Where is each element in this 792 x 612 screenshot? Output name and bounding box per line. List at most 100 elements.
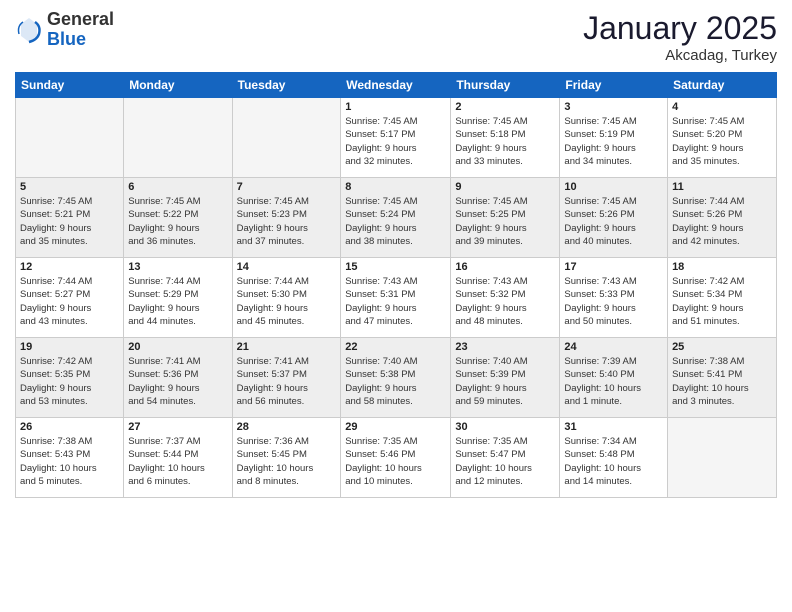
day-info: Sunrise: 7:44 AM Sunset: 5:29 PM Dayligh…	[128, 275, 227, 328]
day-info: Sunrise: 7:38 AM Sunset: 5:43 PM Dayligh…	[20, 435, 119, 488]
logo-blue: Blue	[47, 30, 114, 50]
day-number: 17	[564, 261, 663, 273]
header-wednesday: Wednesday	[341, 73, 451, 98]
calendar-week-1: 5 Sunrise: 7:45 AM Sunset: 5:21 PM Daylig…	[16, 178, 777, 258]
calendar-cell: 20 Sunrise: 7:41 AM Sunset: 5:36 PM Dayli…	[124, 338, 232, 418]
calendar-week-3: 19 Sunrise: 7:42 AM Sunset: 5:35 PM Dayli…	[16, 338, 777, 418]
day-number: 22	[345, 341, 446, 353]
calendar-cell: 6 Sunrise: 7:45 AM Sunset: 5:22 PM Daylig…	[124, 178, 232, 258]
day-info: Sunrise: 7:43 AM Sunset: 5:31 PM Dayligh…	[345, 275, 446, 328]
day-number: 8	[345, 181, 446, 193]
day-info: Sunrise: 7:40 AM Sunset: 5:38 PM Dayligh…	[345, 355, 446, 408]
day-number: 5	[20, 181, 119, 193]
calendar: Sunday Monday Tuesday Wednesday Thursday…	[15, 72, 777, 498]
day-number: 31	[564, 421, 663, 433]
day-number: 30	[455, 421, 555, 433]
logo-icon	[15, 16, 43, 44]
day-info: Sunrise: 7:45 AM Sunset: 5:19 PM Dayligh…	[564, 115, 663, 168]
calendar-cell: 24Sunrise: 7:39 AM Sunset: 5:40 PM Dayli…	[560, 338, 668, 418]
calendar-cell: 8 Sunrise: 7:45 AM Sunset: 5:24 PM Daylig…	[341, 178, 451, 258]
day-info: Sunrise: 7:45 AM Sunset: 5:18 PM Dayligh…	[455, 115, 555, 168]
day-info: Sunrise: 7:36 AM Sunset: 5:45 PM Dayligh…	[237, 435, 337, 488]
day-info: Sunrise: 7:35 AM Sunset: 5:46 PM Dayligh…	[345, 435, 446, 488]
day-info: Sunrise: 7:42 AM Sunset: 5:35 PM Dayligh…	[20, 355, 119, 408]
day-number: 10	[564, 181, 663, 193]
calendar-cell: 14 Sunrise: 7:44 AM Sunset: 5:30 PM Dayli…	[232, 258, 341, 338]
day-number: 14	[237, 261, 337, 273]
calendar-cell: 9 Sunrise: 7:45 AM Sunset: 5:25 PM Daylig…	[451, 178, 560, 258]
calendar-week-2: 12 Sunrise: 7:44 AM Sunset: 5:27 PM Dayli…	[16, 258, 777, 338]
calendar-week-4: 26 Sunrise: 7:38 AM Sunset: 5:43 PM Dayli…	[16, 418, 777, 498]
day-number: 20	[128, 341, 227, 353]
calendar-week-0: 1 Sunrise: 7:45 AM Sunset: 5:17 PM Daylig…	[16, 98, 777, 178]
day-number: 3	[564, 101, 663, 113]
day-number: 26	[20, 421, 119, 433]
day-number: 19	[20, 341, 119, 353]
header: General Blue January 2025 Akcadag, Turke…	[15, 10, 777, 64]
calendar-cell: 21Sunrise: 7:41 AM Sunset: 5:37 PM Dayli…	[232, 338, 341, 418]
day-number: 9	[455, 181, 555, 193]
calendar-cell: 17 Sunrise: 7:43 AM Sunset: 5:33 PM Dayli…	[560, 258, 668, 338]
day-number: 2	[455, 101, 555, 113]
calendar-cell: 29 Sunrise: 7:35 AM Sunset: 5:46 PM Dayli…	[341, 418, 451, 498]
day-info: Sunrise: 7:40 AM Sunset: 5:39 PM Dayligh…	[455, 355, 555, 408]
day-info: Sunrise: 7:45 AM Sunset: 5:20 PM Dayligh…	[672, 115, 772, 168]
calendar-cell: 16Sunrise: 7:43 AM Sunset: 5:32 PM Dayli…	[451, 258, 560, 338]
calendar-cell	[16, 98, 124, 178]
logo-text: General Blue	[47, 10, 114, 50]
day-number: 6	[128, 181, 227, 193]
day-info: Sunrise: 7:45 AM Sunset: 5:21 PM Dayligh…	[20, 195, 119, 248]
calendar-cell: 31Sunrise: 7:34 AM Sunset: 5:48 PM Dayli…	[560, 418, 668, 498]
calendar-cell: 11Sunrise: 7:44 AM Sunset: 5:26 PM Dayli…	[668, 178, 777, 258]
day-number: 28	[237, 421, 337, 433]
calendar-cell: 10 Sunrise: 7:45 AM Sunset: 5:26 PM Dayli…	[560, 178, 668, 258]
day-info: Sunrise: 7:45 AM Sunset: 5:23 PM Dayligh…	[237, 195, 337, 248]
header-monday: Monday	[124, 73, 232, 98]
calendar-cell: 15 Sunrise: 7:43 AM Sunset: 5:31 PM Dayli…	[341, 258, 451, 338]
day-number: 13	[128, 261, 227, 273]
header-tuesday: Tuesday	[232, 73, 341, 98]
header-saturday: Saturday	[668, 73, 777, 98]
day-number: 23	[455, 341, 555, 353]
day-number: 1	[345, 101, 446, 113]
header-friday: Friday	[560, 73, 668, 98]
day-number: 27	[128, 421, 227, 433]
calendar-cell: 5 Sunrise: 7:45 AM Sunset: 5:21 PM Daylig…	[16, 178, 124, 258]
day-number: 7	[237, 181, 337, 193]
day-info: Sunrise: 7:44 AM Sunset: 5:26 PM Dayligh…	[672, 195, 772, 248]
calendar-cell: 27 Sunrise: 7:37 AM Sunset: 5:44 PM Dayli…	[124, 418, 232, 498]
day-number: 12	[20, 261, 119, 273]
day-number: 29	[345, 421, 446, 433]
header-sunday: Sunday	[16, 73, 124, 98]
day-info: Sunrise: 7:42 AM Sunset: 5:34 PM Dayligh…	[672, 275, 772, 328]
day-info: Sunrise: 7:41 AM Sunset: 5:37 PM Dayligh…	[237, 355, 337, 408]
day-number: 15	[345, 261, 446, 273]
calendar-cell: 13 Sunrise: 7:44 AM Sunset: 5:29 PM Dayli…	[124, 258, 232, 338]
day-info: Sunrise: 7:45 AM Sunset: 5:24 PM Dayligh…	[345, 195, 446, 248]
day-info: Sunrise: 7:45 AM Sunset: 5:17 PM Dayligh…	[345, 115, 446, 168]
day-info: Sunrise: 7:45 AM Sunset: 5:22 PM Dayligh…	[128, 195, 227, 248]
calendar-cell: 12 Sunrise: 7:44 AM Sunset: 5:27 PM Dayli…	[16, 258, 124, 338]
title-block: January 2025 Akcadag, Turkey	[583, 10, 777, 64]
calendar-cell: 28 Sunrise: 7:36 AM Sunset: 5:45 PM Dayli…	[232, 418, 341, 498]
day-info: Sunrise: 7:41 AM Sunset: 5:36 PM Dayligh…	[128, 355, 227, 408]
month-title: January 2025	[583, 10, 777, 47]
day-info: Sunrise: 7:45 AM Sunset: 5:25 PM Dayligh…	[455, 195, 555, 248]
day-info: Sunrise: 7:35 AM Sunset: 5:47 PM Dayligh…	[455, 435, 555, 488]
day-info: Sunrise: 7:44 AM Sunset: 5:30 PM Dayligh…	[237, 275, 337, 328]
calendar-cell: 2 Sunrise: 7:45 AM Sunset: 5:18 PM Daylig…	[451, 98, 560, 178]
calendar-cell	[668, 418, 777, 498]
calendar-cell: 3 Sunrise: 7:45 AM Sunset: 5:19 PM Daylig…	[560, 98, 668, 178]
day-info: Sunrise: 7:43 AM Sunset: 5:33 PM Dayligh…	[564, 275, 663, 328]
calendar-cell: 30 Sunrise: 7:35 AM Sunset: 5:47 PM Dayli…	[451, 418, 560, 498]
calendar-cell: 1 Sunrise: 7:45 AM Sunset: 5:17 PM Daylig…	[341, 98, 451, 178]
day-number: 25	[672, 341, 772, 353]
day-info: Sunrise: 7:44 AM Sunset: 5:27 PM Dayligh…	[20, 275, 119, 328]
calendar-cell	[232, 98, 341, 178]
calendar-cell: 22 Sunrise: 7:40 AM Sunset: 5:38 PM Dayli…	[341, 338, 451, 418]
day-info: Sunrise: 7:45 AM Sunset: 5:26 PM Dayligh…	[564, 195, 663, 248]
logo-general: General	[47, 10, 114, 30]
day-number: 4	[672, 101, 772, 113]
day-info: Sunrise: 7:37 AM Sunset: 5:44 PM Dayligh…	[128, 435, 227, 488]
logo: General Blue	[15, 10, 114, 50]
